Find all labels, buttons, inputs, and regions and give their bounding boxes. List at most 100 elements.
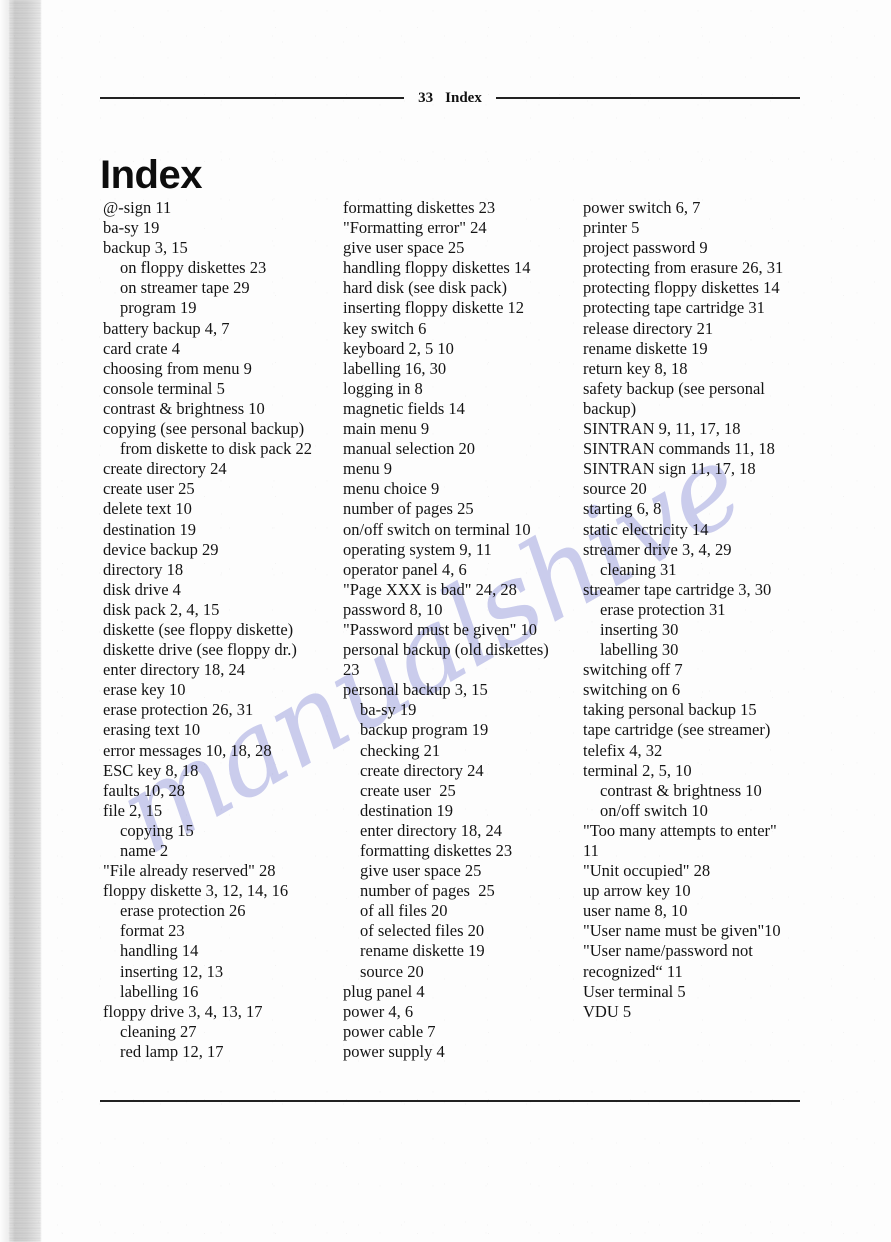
index-entry: SINTRAN 9, 11, 17, 18 (583, 419, 741, 439)
index-entry: plug panel 4 (343, 981, 425, 1001)
index-entry: card crate 4 (103, 338, 180, 358)
index-entry: switching on 6 (583, 680, 681, 700)
index-entry: delete text 10 (103, 499, 192, 519)
index-entry: 23 (343, 660, 360, 680)
index-entry: "User name/password not (583, 941, 753, 961)
index-entry: battery backup 4, 7 (103, 318, 230, 338)
index-entry: from diskette to disk pack 22 (120, 439, 313, 459)
index-entry: name 2 (120, 841, 169, 860)
index-entry: inserting 12, 13 (120, 961, 224, 981)
index-entry: on streamer tape 29 (120, 278, 250, 298)
index-entry: backup) (583, 398, 637, 418)
index-entry: enter directory 18, 24 (360, 820, 503, 840)
index-entry: ESC key 8, 18 (103, 760, 199, 780)
running-head: 33 Index (100, 86, 800, 110)
index-entry: operating system 9, 11 (343, 539, 492, 559)
index-entry: destination 19 (103, 519, 197, 539)
index-entry: cleaning 31 (600, 559, 677, 579)
footer-rule (100, 1100, 800, 1102)
index-entry: of selected files 20 (360, 921, 485, 941)
index-entry: number of pages 25 (360, 881, 495, 901)
index-entry: VDU 5 (583, 1001, 632, 1021)
index-entry: rename diskette 19 (360, 941, 485, 961)
index-entry: give user space 25 (343, 238, 465, 258)
index-entry: up arrow key 10 (583, 881, 691, 901)
index-entry: console terminal 5 (103, 378, 225, 398)
index-entry: "Formatting error" 24 (343, 218, 487, 238)
index-entry: source 20 (583, 479, 647, 499)
index-entry: starting 6, 8 (583, 499, 662, 519)
index-entry: static electricity 14 (583, 519, 709, 539)
index-entry: labelling 16 (120, 981, 199, 1001)
index-entry: ba-sy 19 (360, 700, 417, 720)
index-entry: taking personal backup 15 (583, 700, 757, 720)
index-entry: power supply 4 (343, 1041, 445, 1061)
index-entry: return key 8, 18 (583, 358, 688, 378)
index-entry: cleaning 27 (120, 1021, 197, 1041)
index-entry: backup 3, 15 (103, 238, 188, 258)
index-entry: logging in 8 (343, 378, 423, 398)
index-entry: protecting tape cartridge 31 (583, 298, 765, 318)
index-entry: red lamp 12, 17 (120, 1041, 224, 1061)
index-entry: main menu 9 (343, 419, 430, 439)
index-entry: "User name must be given"10 (583, 921, 781, 941)
index-entry: copying 15 (120, 820, 194, 840)
index-entry: "Too many attempts to enter" (583, 820, 777, 840)
index-entry: diskette (see floppy diskette) (103, 619, 294, 639)
index-entry: format 23 (120, 921, 185, 941)
index-entry: printer 5 (583, 218, 640, 238)
index-entry: create user 25 (360, 780, 456, 800)
index-entry: create user 25 (103, 479, 195, 499)
index-entry: "Page XXX is bad" 24, 28 (343, 579, 517, 599)
index-entry: power 4, 6 (343, 1001, 414, 1021)
scan-edge-artifact (9, 0, 41, 1242)
index-entry: "Unit occupied" 28 (583, 861, 711, 881)
index-entry: ba-sy 19 (103, 218, 160, 238)
running-head-label: 33 Index (418, 90, 482, 107)
index-entry: create directory 24 (360, 760, 484, 780)
index-entry: safety backup (see personal (583, 378, 765, 398)
index-entry: floppy diskette 3, 12, 14, 16 (103, 881, 289, 901)
index-entry: tape cartridge (see streamer) (583, 720, 771, 740)
index-entry: source 20 (360, 961, 424, 981)
index-entry: password 8, 10 (343, 599, 443, 619)
section-name: Index (445, 89, 482, 106)
index-entry: personal backup (old diskettes) (343, 640, 549, 660)
index-entry: inserting floppy diskette 12 (343, 298, 525, 318)
index-entry: contrast & brightness 10 (103, 398, 265, 418)
index-entry: manual selection 20 (343, 439, 475, 459)
index-entry: program 19 (120, 298, 197, 318)
index-entry: choosing from menu 9 (103, 358, 252, 378)
index-entry: inserting 30 (600, 619, 679, 639)
index-entry: protecting floppy diskettes 14 (583, 278, 780, 298)
index-entry: erase protection 31 (600, 599, 726, 619)
index-entry: erase protection 26, 31 (103, 700, 254, 720)
index-entry: copying (see personal backup) (103, 419, 305, 439)
index-entry: backup program 19 (360, 720, 489, 740)
index-entry: rename diskette 19 (583, 338, 708, 358)
index-entry: terminal 2, 5, 10 (583, 760, 692, 780)
index-entry: menu choice 9 (343, 479, 440, 499)
index-entry: erasing text 10 (103, 720, 201, 740)
index-entry: power switch 6, 7 (583, 198, 701, 217)
index-entry: create directory 24 (103, 459, 227, 479)
index-entry: number of pages 25 (343, 499, 474, 519)
index-entry: formatting diskettes 23 (343, 198, 496, 217)
scan-edge-artifact-outer (0, 0, 12, 1242)
index-entry: erase key 10 (103, 680, 186, 700)
index-entry: labelling 16, 30 (343, 358, 447, 378)
page-title: Index (100, 152, 202, 197)
index-entry: labelling 30 (600, 640, 679, 660)
index-entry: directory 18 (103, 559, 184, 579)
index-entry: recognized“ 11 (583, 961, 683, 981)
index-entry: device backup 29 (103, 539, 219, 559)
index-entry: user name 8, 10 (583, 901, 688, 921)
index-entry: streamer tape cartridge 3, 30 (583, 579, 772, 599)
index-entry: "Password must be given" 10 (343, 619, 538, 639)
index-entry: magnetic fields 14 (343, 398, 465, 418)
index-entry: operator panel 4, 6 (343, 559, 467, 579)
index-entry: 11 (583, 841, 599, 860)
index-entry: error messages 10, 18, 28 (103, 740, 272, 760)
index-entry: on/off switch on terminal 10 (343, 519, 531, 539)
index-entry: streamer drive 3, 4, 29 (583, 539, 732, 559)
